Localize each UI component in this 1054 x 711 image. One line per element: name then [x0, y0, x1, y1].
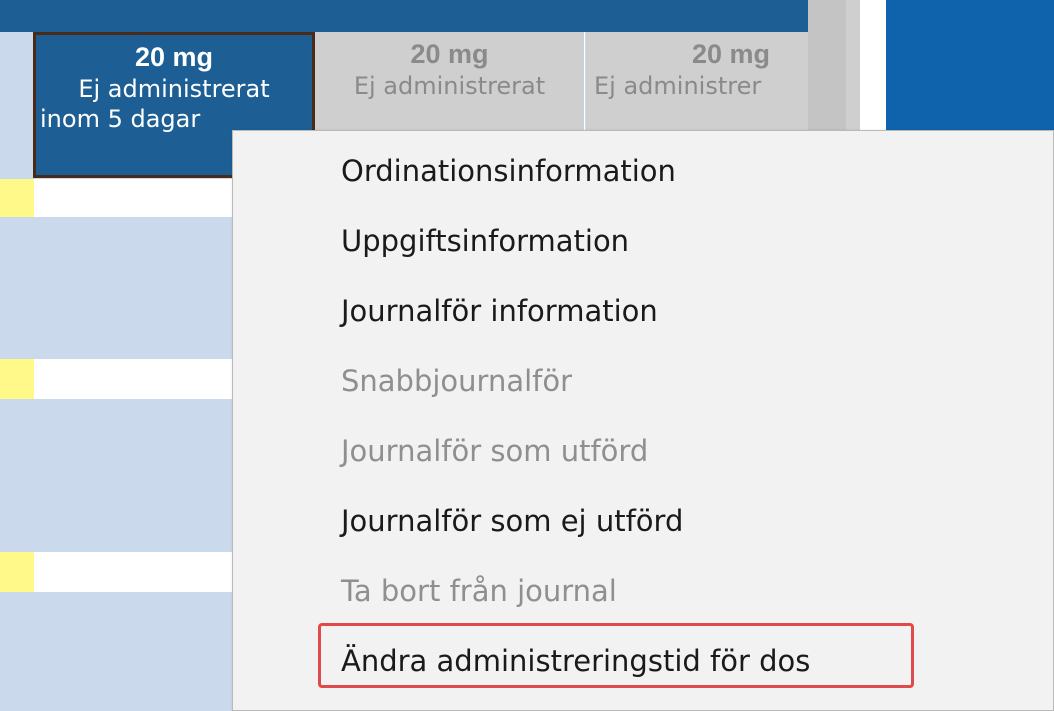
dose-amount: 20 mg [410, 39, 489, 69]
dose-status: Ej administrer [594, 72, 762, 100]
dose-status: Ej administrerat [78, 75, 270, 103]
menu-item-journalfor-som-utford: Journalför som utförd [341, 434, 649, 468]
menu-item-ordinationsinformation[interactable]: Ordinationsinformation [341, 143, 676, 199]
dose-amount: 20 mg [691, 39, 770, 69]
menu-item-journalfor-information[interactable]: Journalför information [341, 283, 658, 339]
dose-amount: 20 mg [134, 42, 214, 72]
highlight-annotation [318, 623, 914, 688]
dose-status: Ej administrerat [353, 72, 546, 100]
grid-header-bar [0, 0, 808, 32]
menu-item-snabbjournalfor: Snabbjournalför [341, 364, 573, 398]
dose-cell[interactable]: 20 mg Ej administrerat [315, 32, 585, 136]
row-marker [0, 359, 34, 399]
menu-item-journalfor-som-ej-utford[interactable]: Journalför som ej utförd [341, 493, 683, 549]
dose-cell[interactable]: 20 mg Ej administrer [586, 32, 808, 136]
row-marker [0, 179, 34, 217]
menu-item-ta-bort-fran-journal: Ta bort från journal [341, 574, 617, 608]
menu-item-uppgiftsinformation[interactable]: Uppgiftsinformation [341, 213, 629, 269]
row-marker [0, 552, 34, 592]
